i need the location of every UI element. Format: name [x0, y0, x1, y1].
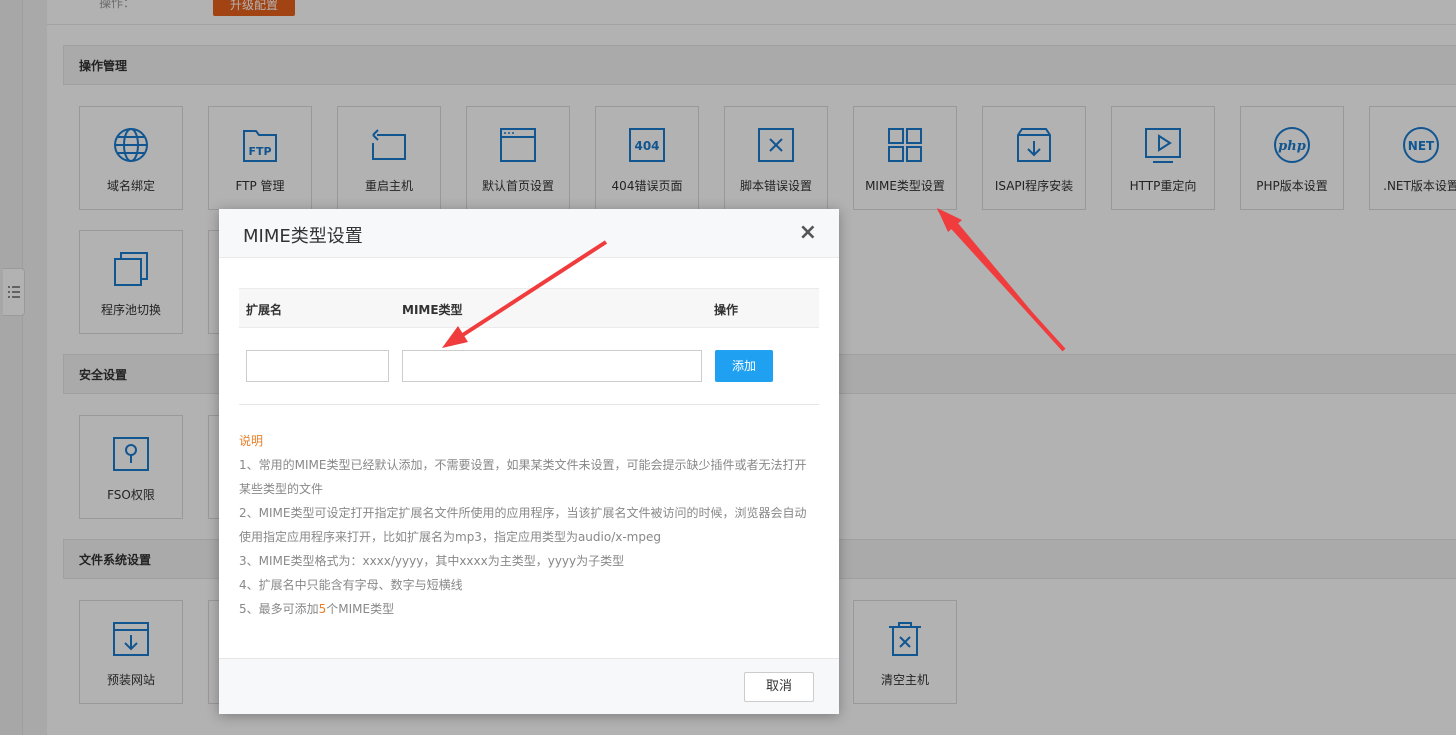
note-5: 5、最多可添加5个MIME类型	[239, 597, 819, 621]
extension-input[interactable]	[246, 350, 389, 382]
column-extension: 扩展名	[246, 303, 283, 317]
mime-input-row: 添加	[239, 328, 819, 405]
note-5-post: 个MIME类型	[326, 602, 395, 616]
column-action: 操作	[714, 303, 739, 317]
note-5-pre: 5、最多可添加	[239, 602, 319, 616]
note-4: 4、扩展名中只能含有字母、数字与短横线	[239, 578, 463, 592]
note-1: 1、常用的MIME类型已经默认添加，不需要设置，如果某类文件未设置，可能会提示缺…	[239, 458, 807, 472]
notes-title: 说明	[239, 434, 264, 448]
column-mime-type: MIME类型	[402, 303, 463, 317]
note-2-cont: 使用指定应用程序来打开，比如扩展名为mp3，指定应用类型为audio/x-mpe…	[239, 530, 661, 544]
mime-settings-dialog: MIME类型设置 × 扩展名 MIME类型 操作 添加 说明 1、常用的MIME…	[219, 209, 839, 714]
dialog-footer: 取消	[219, 658, 839, 714]
note-2: 2、MIME类型可设定打开指定扩展名文件所使用的应用程序，当该扩展名文件被访问的…	[239, 506, 807, 520]
close-icon[interactable]: ×	[799, 221, 817, 245]
mime-table-header: 扩展名 MIME类型 操作	[239, 288, 819, 328]
mime-type-input[interactable]	[402, 350, 702, 382]
instructions: 说明 1、常用的MIME类型已经默认添加，不需要设置，如果某类文件未设置，可能会…	[239, 429, 819, 621]
cancel-button[interactable]: 取消	[744, 672, 814, 702]
note-1-cont: 某些类型的文件	[239, 482, 324, 496]
dialog-title: MIME类型设置	[243, 226, 363, 247]
note-3: 3、MIME类型格式为：xxxx/yyyy，其中xxxx为主类型，yyyy为子类…	[239, 554, 625, 568]
add-button[interactable]: 添加	[715, 350, 773, 382]
dialog-header: MIME类型设置 ×	[219, 209, 839, 258]
